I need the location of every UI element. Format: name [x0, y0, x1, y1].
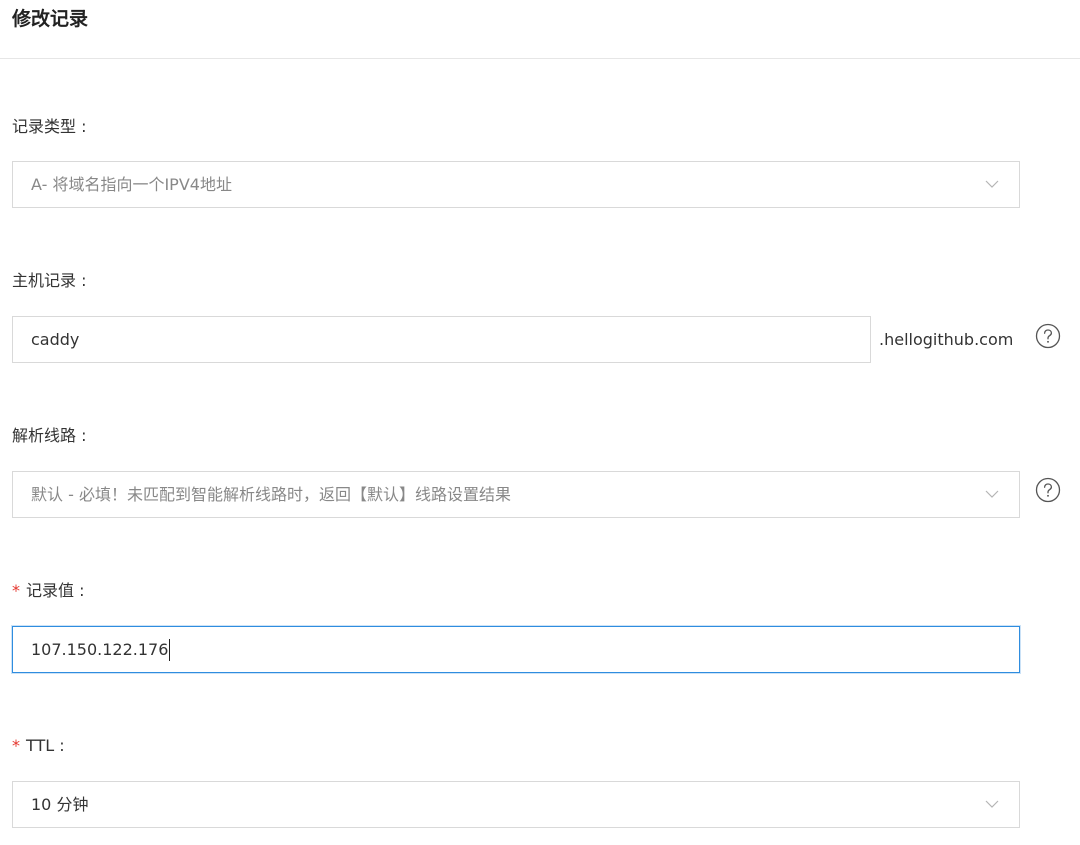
- line-select[interactable]: 默认 - 必填！未匹配到智能解析线路时，返回【默认】线路设置结果: [12, 471, 1020, 518]
- domain-suffix: .hellogithub.com: [879, 330, 1014, 349]
- dialog-header: 修改记录: [0, 0, 1080, 59]
- record-value-label-text: 记录值 :: [26, 581, 85, 600]
- chevron-down-icon: [985, 800, 999, 808]
- ttl-label: * TTL :: [12, 735, 65, 757]
- text-caret: [169, 638, 171, 661]
- chevron-down-icon: [985, 180, 999, 188]
- record-value-label: * 记录值 :: [12, 580, 84, 602]
- host-help-icon[interactable]: [1035, 323, 1061, 349]
- ttl-select[interactable]: 10 分钟: [12, 781, 1020, 828]
- required-mark: *: [12, 736, 20, 755]
- ttl-label-text: TTL :: [26, 736, 65, 755]
- host-record-value: caddy: [31, 330, 80, 349]
- record-value-input[interactable]: 107.150.122.176: [12, 626, 1020, 673]
- host-record-input[interactable]: caddy: [12, 316, 871, 363]
- record-type-value: A- 将域名指向一个IPV4地址: [31, 175, 232, 194]
- line-value: 默认 - 必填！未匹配到智能解析线路时，返回【默认】线路设置结果: [31, 485, 511, 504]
- host-record-label: 主机记录 :: [12, 271, 87, 290]
- line-help-icon[interactable]: [1035, 477, 1061, 503]
- record-type-label: 记录类型 :: [12, 117, 87, 136]
- record-value-text: 107.150.122.176: [31, 640, 169, 659]
- ttl-value: 10 分钟: [31, 795, 89, 814]
- page-title: 修改记录: [12, 8, 89, 30]
- required-mark: *: [12, 581, 20, 600]
- chevron-down-icon: [985, 490, 999, 498]
- record-type-select[interactable]: A- 将域名指向一个IPV4地址: [12, 161, 1020, 208]
- line-label: 解析线路 :: [12, 426, 87, 445]
